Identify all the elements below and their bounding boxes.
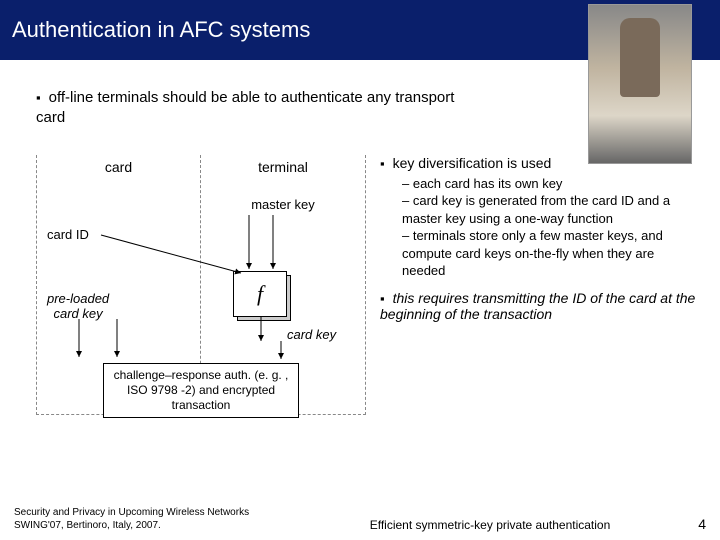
card-key-output-label: card key [287,327,336,342]
card-id-label: card ID [47,227,89,242]
sub-bullet-1: each card has its own key [402,175,700,193]
page-number: 4 [666,516,706,532]
footer: Security and Privacy in Upcoming Wireles… [0,507,720,532]
challenge-response-box: challenge–response auth. (e. g. , ISO 97… [103,363,299,418]
key-diversification-bullet: key diversification is used [380,155,700,171]
sub-bullet-2: card key is generated from the card ID a… [402,192,700,227]
right-text-column: key diversification is used each card ha… [366,155,700,415]
preloaded-key-label: pre-loaded card key [47,291,109,322]
protocol-diagram: card terminal master key card ID pre-loa… [36,155,366,415]
diagram-terminal-column: terminal master key [201,155,365,212]
transmit-id-bullet: this requires transmitting the ID of the… [380,290,700,322]
sub-bullet-3: terminals store only a few master keys, … [402,227,700,280]
footer-source: Security and Privacy in Upcoming Wireles… [14,507,314,532]
two-columns: card terminal master key card ID pre-loa… [36,155,700,415]
master-key-label: master key [201,197,365,212]
diagram-terminal-header: terminal [201,155,365,179]
diagram-card-header: card [37,155,200,179]
preloaded-l1: pre-loaded [47,291,109,306]
footer-src-line2: SWING'07, Bertinoro, Italy, 2007. [14,520,161,531]
preloaded-l2: card key [54,306,103,321]
slide-title: Authentication in AFC systems [12,17,310,43]
lead-bullet: off-line terminals should be able to aut… [36,88,476,129]
content-area: off-line terminals should be able to aut… [0,60,720,415]
footer-src-line1: Security and Privacy in Upcoming Wireles… [14,507,249,518]
sub-bullet-list: each card has its own key card key is ge… [380,175,700,280]
footer-subtitle: Efficient symmetric-key private authenti… [314,518,666,532]
f-function-box: f [233,271,287,317]
